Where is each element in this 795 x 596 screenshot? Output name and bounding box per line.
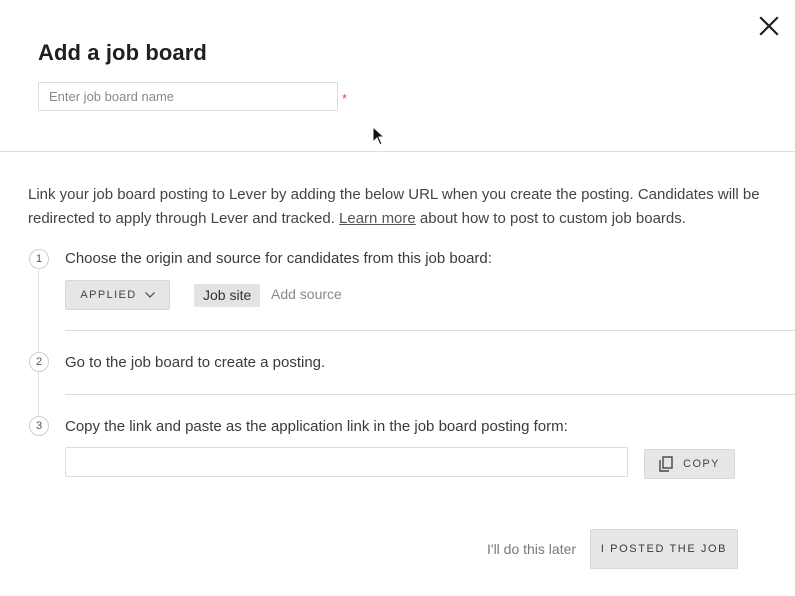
step-2-number: 2 bbox=[29, 352, 49, 372]
modal-title: Add a job board bbox=[38, 40, 207, 65]
step-divider bbox=[65, 330, 795, 331]
step-1-text: Choose the origin and source for candida… bbox=[65, 250, 492, 267]
origin-selected-value: APPLIED bbox=[80, 289, 137, 301]
learn-more-link[interactable]: Learn more bbox=[339, 210, 416, 227]
origin-dropdown[interactable]: APPLIED bbox=[65, 280, 170, 310]
job-board-name-input[interactable] bbox=[38, 82, 338, 111]
posted-job-button[interactable]: I POSTED THE JOB bbox=[590, 529, 738, 569]
step-3-text: Copy the link and paste as the applicati… bbox=[65, 418, 568, 435]
header-divider bbox=[0, 151, 795, 152]
intro-text: Link your job board posting to Lever by … bbox=[28, 183, 778, 231]
copy-button-label: COPY bbox=[683, 458, 720, 470]
copy-icon bbox=[659, 456, 673, 472]
mouse-pointer-icon bbox=[372, 126, 386, 146]
copy-button[interactable]: COPY bbox=[644, 449, 735, 479]
do-this-later-link[interactable]: I'll do this later bbox=[487, 541, 576, 557]
step-1-number: 1 bbox=[29, 249, 49, 269]
steps-connector-line bbox=[38, 270, 39, 428]
step-2-text: Go to the job board to create a posting. bbox=[65, 354, 326, 371]
required-marker: * bbox=[342, 91, 348, 106]
step-3-number: 3 bbox=[29, 416, 49, 436]
add-source-input[interactable] bbox=[271, 286, 391, 302]
source-tag-job-site[interactable]: Job site bbox=[194, 284, 261, 307]
close-icon bbox=[759, 16, 779, 36]
intro-text-part: about how to post to custom job boards. bbox=[415, 210, 686, 227]
application-link-field[interactable] bbox=[65, 447, 628, 477]
chevron-down-icon bbox=[144, 292, 155, 298]
close-button[interactable] bbox=[757, 14, 781, 38]
add-job-board-modal: Add a job board * Link your job board po… bbox=[0, 0, 795, 596]
step-divider bbox=[65, 394, 795, 395]
